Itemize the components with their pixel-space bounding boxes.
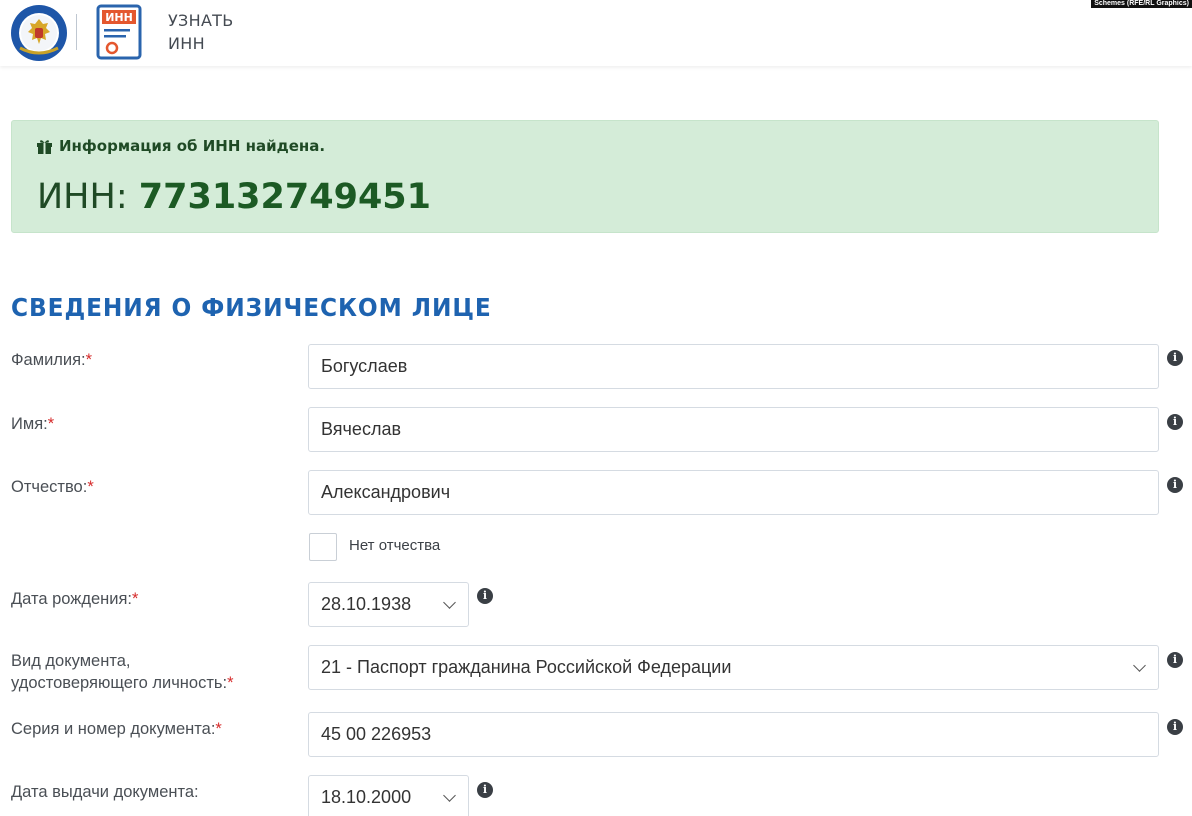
patronymic-value: Александрович [321, 482, 451, 502]
required-mark: * [227, 674, 234, 692]
doc-number-info-icon[interactable]: i [1167, 719, 1183, 735]
patronymic-label: Отчество:* [11, 476, 94, 498]
surname-label-text: Фамилия: [11, 351, 86, 369]
required-mark: * [47, 415, 55, 433]
name-info-icon[interactable]: i [1167, 414, 1183, 430]
doc-number-field[interactable]: 45 00 226953 [308, 712, 1159, 757]
header-title-line2: ИНН [168, 34, 205, 53]
alert-message-text: Информация об ИНН найдена. [59, 137, 326, 155]
header-title[interactable]: УЗНАТЬ ИНН [168, 9, 234, 55]
patronymic-info-icon[interactable]: i [1167, 477, 1183, 493]
doc-number-label-text: Серия и номер документа: [11, 720, 216, 738]
inn-value: 773132749451 [138, 177, 432, 217]
image-credit: Schemes (RFE/RL Graphics) [1091, 0, 1192, 8]
doc-type-label-line2-wrap: удостоверяющего личность:* [11, 672, 234, 694]
chevron-down-icon [443, 788, 456, 802]
issue-date-select[interactable]: 18.10.2000 [308, 775, 469, 816]
page: ИНН УЗНАТЬ ИНН Schemes (RFE/RL Graphics)… [0, 0, 1192, 816]
no-patronymic-label[interactable]: Нет отчества [349, 537, 440, 554]
chevron-down-icon [443, 595, 456, 609]
section-title: СВЕДЕНИЯ О ФИЗИЧЕСКОМ ЛИЦЕ [11, 293, 492, 322]
no-patronymic-checkbox[interactable] [309, 533, 337, 561]
inn-service-icon[interactable]: ИНН [96, 4, 142, 60]
required-mark: * [131, 590, 139, 608]
name-value: Вячеслав [321, 419, 402, 439]
site-header: ИНН УЗНАТЬ ИНН Schemes (RFE/RL Graphics) [0, 0, 1192, 66]
birth-date-value: 28.10.1938 [321, 594, 412, 614]
inn-label: ИНН: [37, 177, 128, 217]
doc-type-info-icon[interactable]: i [1167, 652, 1183, 668]
inn-found-alert: Информация об ИНН найдена. ИНН: 77313274… [11, 120, 1159, 233]
birth-date-info-icon[interactable]: i [477, 588, 493, 604]
surname-value: Богуслаев [321, 356, 408, 376]
alert-message: Информация об ИНН найдена. [36, 137, 325, 155]
doc-type-select[interactable]: 21 - Паспорт гражданина Российской Федер… [308, 645, 1159, 690]
doc-number-label: Серия и номер документа:* [11, 718, 222, 740]
issue-date-label-text: Дата выдачи документа: [11, 783, 199, 801]
issue-date-value: 18.10.2000 [321, 787, 412, 807]
header-divider [76, 14, 77, 50]
required-mark: * [215, 720, 222, 738]
required-mark: * [85, 351, 93, 369]
inn-result: ИНН: 773132749451 [37, 177, 431, 217]
birth-date-label: Дата рождения:* [11, 588, 138, 610]
tax-service-emblem-icon[interactable] [10, 4, 68, 62]
patronymic-label-text: Отчество: [11, 478, 88, 496]
doc-type-label-line1: Вид документа, [11, 652, 131, 670]
birth-date-select[interactable]: 28.10.1938 [308, 582, 469, 627]
doc-type-label-line2: удостоверяющего личность: [11, 674, 228, 692]
birth-date-label-text: Дата рождения: [11, 590, 132, 608]
issue-date-label: Дата выдачи документа: [11, 781, 199, 803]
inn-icon-label: ИНН [105, 11, 133, 24]
surname-label: Фамилия:* [11, 349, 92, 371]
doc-type-value: 21 - Паспорт гражданина Российской Федер… [321, 657, 732, 677]
doc-number-value: 45 00 226953 [321, 724, 432, 744]
doc-type-label: Вид документа, удостоверяющего личность:… [11, 650, 234, 694]
name-field[interactable]: Вячеслав [308, 407, 1159, 452]
patronymic-field[interactable]: Александрович [308, 470, 1159, 515]
chevron-down-icon [1133, 658, 1146, 672]
surname-field[interactable]: Богуслаев [308, 344, 1159, 389]
surname-info-icon[interactable]: i [1167, 350, 1183, 366]
issue-date-info-icon[interactable]: i [477, 782, 493, 798]
name-label: Имя:* [11, 413, 54, 435]
header-title-line1: УЗНАТЬ [168, 11, 234, 30]
required-mark: * [87, 478, 94, 496]
gift-icon [37, 140, 52, 154]
name-label-text: Имя: [11, 415, 48, 433]
